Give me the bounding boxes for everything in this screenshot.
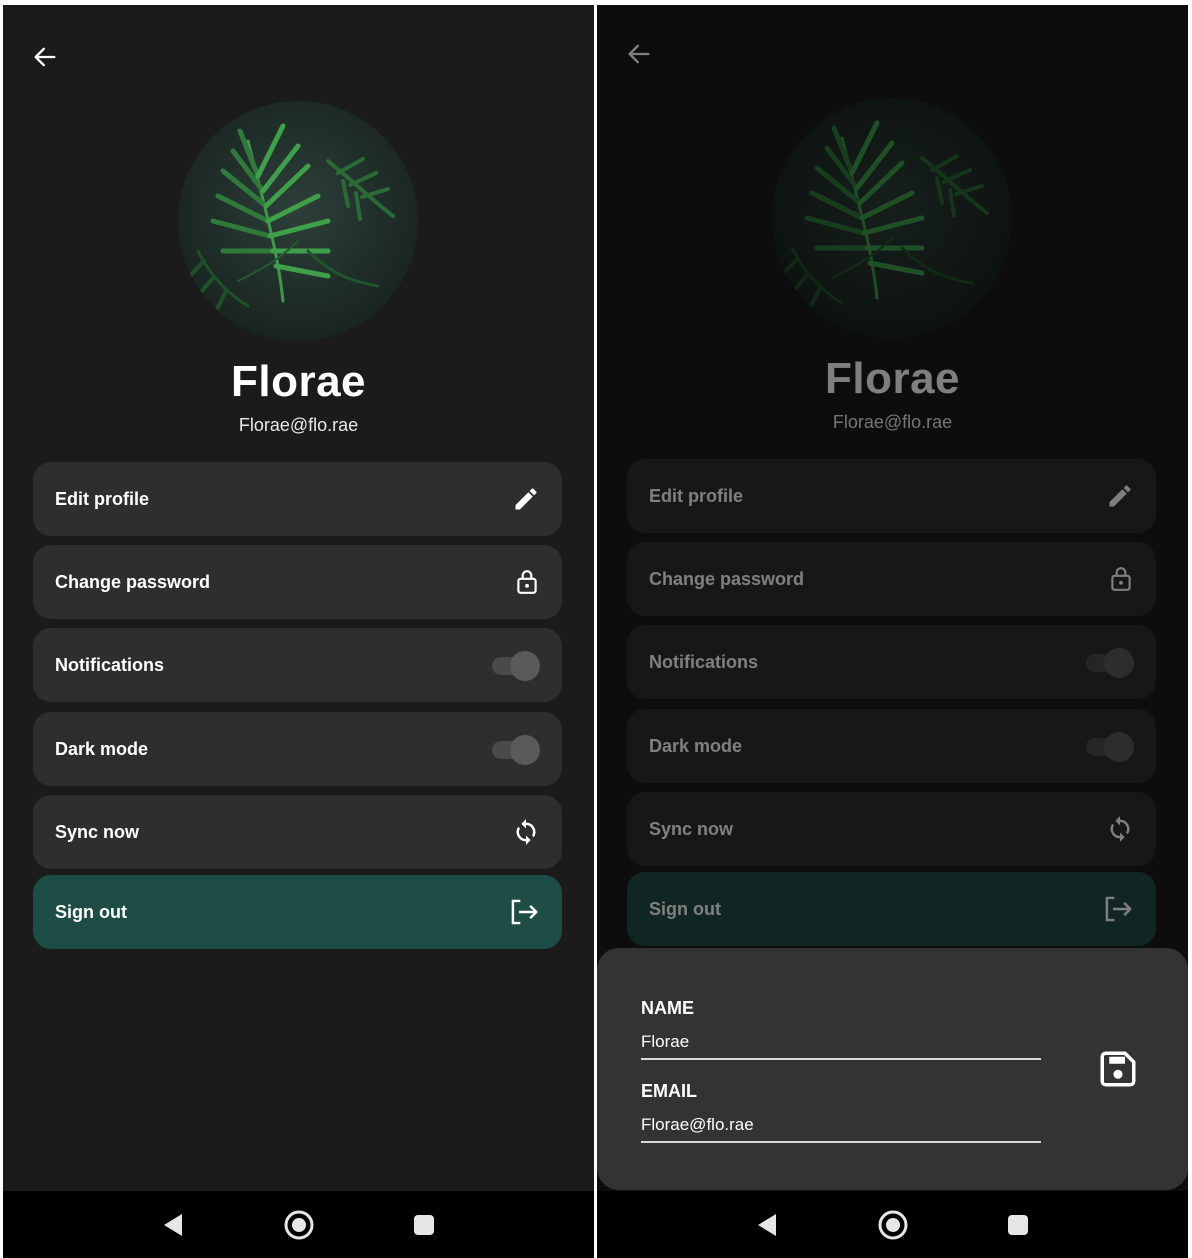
sync-icon [516, 819, 536, 845]
name-field-label: NAME [641, 998, 694, 1018]
nav-home-icon[interactable] [283, 1209, 315, 1241]
pencil-icon [515, 488, 537, 510]
notifications-toggle[interactable] [492, 651, 540, 681]
edit-profile-sheet: NAME Florae EMAIL Florae@flo.rae [597, 948, 1188, 1190]
nav-recents-icon[interactable] [1006, 1213, 1030, 1237]
back-button[interactable] [25, 37, 65, 77]
edit-profile-label: Edit profile [55, 488, 149, 509]
email-field[interactable]: Florae@flo.rae [641, 1115, 754, 1135]
sign-out-label: Sign out [55, 901, 127, 922]
sync-now-row[interactable]: Sync now [33, 795, 562, 869]
profile-email: Florae@flo.rae [238, 415, 359, 435]
nav-back-icon[interactable] [756, 1212, 780, 1238]
save-button[interactable] [1097, 1048, 1139, 1090]
email-field-label: EMAIL [641, 1081, 697, 1101]
save-icon [1100, 1051, 1136, 1087]
notifications-label: Notifications [55, 654, 165, 675]
name-field[interactable]: Florae [641, 1032, 689, 1052]
sign-out-row[interactable]: Sign out [33, 875, 562, 949]
back-arrow-icon [34, 47, 56, 67]
nav-recents-icon[interactable] [412, 1213, 436, 1237]
dark-mode-toggle[interactable] [492, 735, 540, 765]
profile-screen-with-edit-sheet: Florae Florae@flo.rae Edit profile Chang… [597, 5, 1188, 1258]
system-nav-bar [3, 1191, 594, 1258]
sign-out-icon [511, 899, 538, 925]
nav-home-icon[interactable] [877, 1209, 909, 1241]
notifications-row[interactable]: Notifications [33, 628, 562, 702]
change-password-label: Change password [55, 571, 211, 592]
nav-back-icon[interactable] [162, 1212, 186, 1238]
sync-now-label: Sync now [55, 821, 140, 842]
edit-profile-row[interactable]: Edit profile [33, 462, 562, 536]
lock-icon [517, 570, 537, 594]
profile-screen: Florae Florae@flo.rae Edit profile Chang… [3, 5, 594, 1258]
dark-mode-row[interactable]: Dark mode [33, 712, 562, 786]
system-nav-bar [597, 1191, 1188, 1258]
email-field-underline [641, 1141, 1041, 1143]
profile-name: Florae [230, 357, 367, 406]
dark-mode-label: Dark mode [55, 738, 149, 759]
name-field-underline [641, 1058, 1041, 1060]
avatar[interactable] [178, 101, 418, 341]
change-password-row[interactable]: Change password [33, 545, 562, 619]
